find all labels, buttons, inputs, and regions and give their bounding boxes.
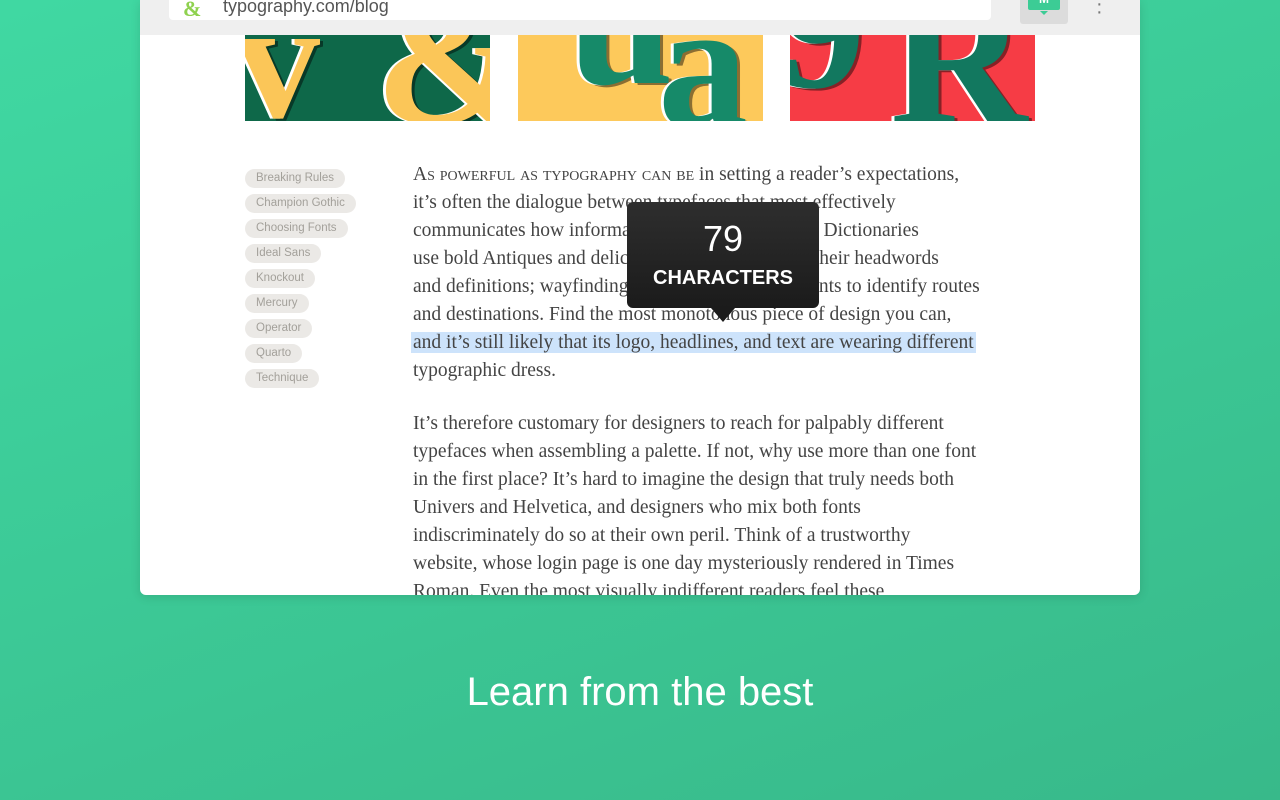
text-line: typographic dress. xyxy=(413,360,556,381)
hero-letter: 9 xyxy=(790,35,865,115)
tag-link[interactable]: Champion Gothic xyxy=(245,194,356,213)
paragraph-2: It’s therefore customary for designers t… xyxy=(413,410,1053,595)
tag-link[interactable]: Operator xyxy=(245,319,313,338)
kebab-menu-icon[interactable]: · · xyxy=(1096,0,1103,22)
address-bar[interactable]: & typography.com/blog xyxy=(169,0,991,21)
lead-in: As powerful as typography can be xyxy=(413,164,695,185)
text-line: in setting a reader’s expectations, xyxy=(694,164,960,185)
tag-link[interactable]: Breaking Rules xyxy=(245,169,345,188)
caption: Learn from the best xyxy=(466,670,814,714)
extension-button[interactable]: M xyxy=(1020,0,1068,24)
hero-letter: v xyxy=(245,35,320,121)
tag-link[interactable]: Ideal Sans xyxy=(245,244,322,263)
hero-letter: R xyxy=(890,35,1027,121)
hero-image-1: v& xyxy=(245,35,490,121)
tag-link[interactable]: Mercury xyxy=(245,294,309,313)
browser-window: & typography.com/blog M ·· v& ua 9R Brea… xyxy=(140,0,1140,595)
text-line: Univers and Helvetica, and designers who… xyxy=(413,497,861,518)
character-count-tooltip: 79 CHARACTERS xyxy=(627,202,819,322)
ampersand-icon: & xyxy=(183,0,202,21)
text-line: Roman. Even the most visually indifferen… xyxy=(413,581,885,595)
hero-letter: a xyxy=(658,35,748,121)
text-line: It’s therefore customary for designers t… xyxy=(413,413,944,434)
tag-link[interactable]: Quarto xyxy=(245,344,303,363)
url-text: typography.com/blog xyxy=(223,0,389,16)
tag-link[interactable]: Technique xyxy=(245,369,320,388)
character-count-label: CHARACTERS xyxy=(653,267,793,289)
hero-image-3: 9R xyxy=(790,35,1035,121)
hero-letter: & xyxy=(375,35,490,121)
text-line: indiscriminately do so at their own peri… xyxy=(413,525,911,546)
hero-image-2: ua xyxy=(518,35,763,121)
text-line: website, whose login page is one day mys… xyxy=(413,553,955,574)
text-line: typefaces when assembling a palette. If … xyxy=(413,441,977,462)
selected-text[interactable]: and it’s still likely that its logo, hea… xyxy=(411,332,976,353)
extension-icon: M xyxy=(1028,0,1060,15)
character-count: 79 xyxy=(702,218,744,259)
browser-toolbar: & typography.com/blog M ·· xyxy=(140,0,1140,35)
tag-link[interactable]: Choosing Fonts xyxy=(245,219,348,238)
tag-link[interactable]: Knockout xyxy=(245,269,315,288)
tag-list: Breaking Rules Champion Gothic Choosing Fo… xyxy=(245,169,356,394)
text-line: in the first place? It’s hard to imagine… xyxy=(413,469,954,490)
